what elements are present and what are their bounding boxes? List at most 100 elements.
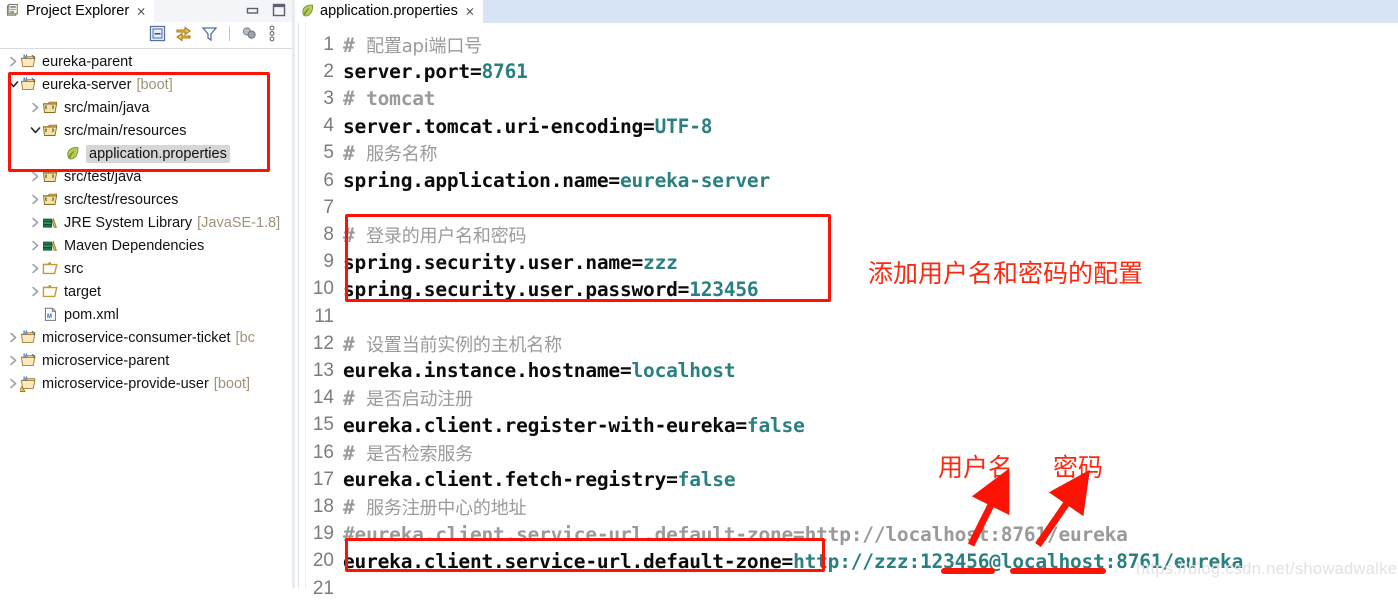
vertical-dots-icon[interactable] xyxy=(267,25,284,42)
code-segment: 8761 xyxy=(481,60,528,84)
code-segment: 服务注册中心的地址 xyxy=(366,497,527,519)
line-number: 8 xyxy=(323,223,334,245)
view-menu-icon[interactable] xyxy=(241,25,258,42)
chevron-right-icon[interactable] xyxy=(6,372,20,395)
annotation-note-config: 添加用户名和密码的配置 xyxy=(868,259,1144,288)
code-text: # 服务注册中心的地址 xyxy=(343,494,526,520)
code-segment: localhost xyxy=(631,359,736,383)
code-line[interactable]: 14 # 是否启动注册 xyxy=(295,384,473,413)
tree-item-src-test-resources[interactable]: src/test/resources xyxy=(0,188,292,211)
folder-icon xyxy=(42,285,58,298)
watermark-text: https://blog.csdn.net/showadwalker xyxy=(1136,560,1398,578)
code-line[interactable]: 4 server.tomcat.uri-encoding=UTF-8 xyxy=(295,112,712,141)
code-segment: false xyxy=(677,468,736,492)
tree-item-label: eureka-parent xyxy=(42,53,133,70)
code-segment: eureka.instance.hostname= xyxy=(343,359,632,383)
chevron-right-icon[interactable] xyxy=(6,349,20,372)
underline-username xyxy=(941,568,995,574)
editor-tab-label: application.properties xyxy=(320,2,458,19)
code-line[interactable]: 7 xyxy=(295,193,343,222)
tree-item-eureka-parent[interactable]: Meureka-parent xyxy=(0,50,292,73)
project-explorer-icon xyxy=(6,3,21,18)
svg-text:M: M xyxy=(23,376,27,382)
code-segment: # xyxy=(343,142,367,166)
code-line[interactable]: 15 eureka.client.register-with-eureka=fal… xyxy=(295,411,805,440)
tab-project-explorer[interactable]: Project Explorer ⨯ xyxy=(0,0,155,22)
underline-password xyxy=(1010,568,1106,574)
code-line[interactable]: 17 eureka.client.fetch-registry=false xyxy=(295,465,736,494)
code-segment: server.tomcat.uri-encoding= xyxy=(343,114,655,138)
code-line[interactable]: 12 # 设置当前实例的主机名称 xyxy=(295,329,562,358)
code-segment: eureka-server xyxy=(619,169,770,192)
code-line[interactable]: 21 xyxy=(295,574,343,603)
code-segment: spring.application.name= xyxy=(343,169,620,192)
code-text: spring.application.name=eureka-server xyxy=(343,169,770,192)
tree-item-label: src/test/resources xyxy=(64,191,179,208)
code-line[interactable]: 3 # tomcat xyxy=(295,84,435,113)
tree-item-target[interactable]: target xyxy=(0,280,292,303)
close-icon[interactable]: ⨯ xyxy=(465,5,475,17)
code-line[interactable]: 5 # 服务名称 xyxy=(295,139,437,168)
tree-item-pom-xml[interactable]: Mpom.xml xyxy=(0,303,292,326)
code-text: # 是否启动注册 xyxy=(343,385,473,411)
chevron-right-icon[interactable] xyxy=(28,188,42,211)
code-line[interactable]: 11 xyxy=(295,302,343,331)
svg-text:M: M xyxy=(47,314,52,320)
tree-item-suffix: [JavaSE-1.8] xyxy=(197,214,281,231)
code-segment: eureka.client.register-with-eureka= xyxy=(343,413,747,437)
maven-project-icon: M xyxy=(20,54,36,67)
maximize-button[interactable] xyxy=(272,3,286,22)
tree-item-src[interactable]: src xyxy=(0,257,292,280)
code-text: # 服务名称 xyxy=(343,140,437,166)
chevron-right-icon[interactable] xyxy=(28,234,42,257)
tree-item-maven-dependencies[interactable]: Maven Dependencies xyxy=(0,234,292,257)
tree-item-microservice-consumer-ticket[interactable]: Mmicroservice-consumer-ticket [bc xyxy=(0,326,292,349)
code-line[interactable]: 18 # 服务注册中心的地址 xyxy=(295,492,527,521)
tree-item-suffix: [boot] xyxy=(213,375,251,392)
code-text: eureka.client.fetch-registry=false xyxy=(343,468,736,492)
tree-item-label: pom.xml xyxy=(64,306,119,323)
code-text: server.port=8761 xyxy=(343,60,528,83)
redbox-project-tree xyxy=(8,72,270,172)
panel-window-buttons xyxy=(246,3,286,22)
tree-item-label: Maven Dependencies xyxy=(64,237,205,254)
code-line[interactable]: 16 # 是否检索服务 xyxy=(295,438,473,467)
close-icon[interactable]: ⨯ xyxy=(136,5,146,17)
code-segment: # xyxy=(343,33,367,57)
filter-icon[interactable] xyxy=(201,25,218,42)
line-number: 9 xyxy=(323,251,334,273)
library-icon xyxy=(43,217,57,228)
redbox-service-url-key xyxy=(345,538,825,572)
chevron-right-icon[interactable] xyxy=(28,211,42,234)
tree-item-label: microservice-consumer-ticket xyxy=(42,329,231,346)
tree-item-jre-system-library[interactable]: JRE System Library [JavaSE-1.8] xyxy=(0,211,292,234)
minimize-button[interactable] xyxy=(246,4,260,22)
tree-item-microservice-provide-user[interactable]: Mmicroservice-provide-user [boot] xyxy=(0,372,292,395)
code-editor[interactable]: 1 # 配置api端口号 2 server.port=8761 3 # tomcat 4 se… xyxy=(295,23,1398,599)
link-with-editor-icon[interactable] xyxy=(175,25,192,42)
chevron-right-icon[interactable] xyxy=(28,257,42,280)
project-explorer-title: Project Explorer xyxy=(26,2,130,19)
line-number: 19 xyxy=(312,523,334,545)
line-number: 13 xyxy=(312,359,334,381)
chevron-right-icon[interactable] xyxy=(28,280,42,303)
project-explorer-titlebar: Project Explorer ⨯ xyxy=(0,0,292,22)
code-segment: UTF-8 xyxy=(654,114,713,138)
tree-item-microservice-parent[interactable]: Mmicroservice-parent xyxy=(0,349,292,372)
folder-icon xyxy=(42,262,58,275)
svg-text:M: M xyxy=(23,54,27,60)
code-line[interactable]: 2 server.port=8761 xyxy=(295,57,528,86)
tab-application-properties[interactable]: application.properties ⨯ xyxy=(295,0,483,23)
toolbar-separator xyxy=(229,26,230,41)
code-text: # 设置当前实例的主机名称 xyxy=(343,331,562,357)
tree-item-label: src xyxy=(64,260,84,277)
collapse-all-icon[interactable] xyxy=(149,25,166,42)
code-line[interactable]: 1 # 配置api端口号 xyxy=(295,30,482,59)
redbox-security-lines xyxy=(345,214,831,302)
properties-file-icon xyxy=(300,3,315,18)
code-line[interactable]: 6 spring.application.name=eureka-server xyxy=(295,166,770,195)
chevron-right-icon[interactable] xyxy=(6,50,20,73)
tree-item-label: target xyxy=(64,283,102,300)
chevron-right-icon[interactable] xyxy=(6,326,20,349)
code-line[interactable]: 13 eureka.instance.hostname=localhost xyxy=(295,356,736,385)
